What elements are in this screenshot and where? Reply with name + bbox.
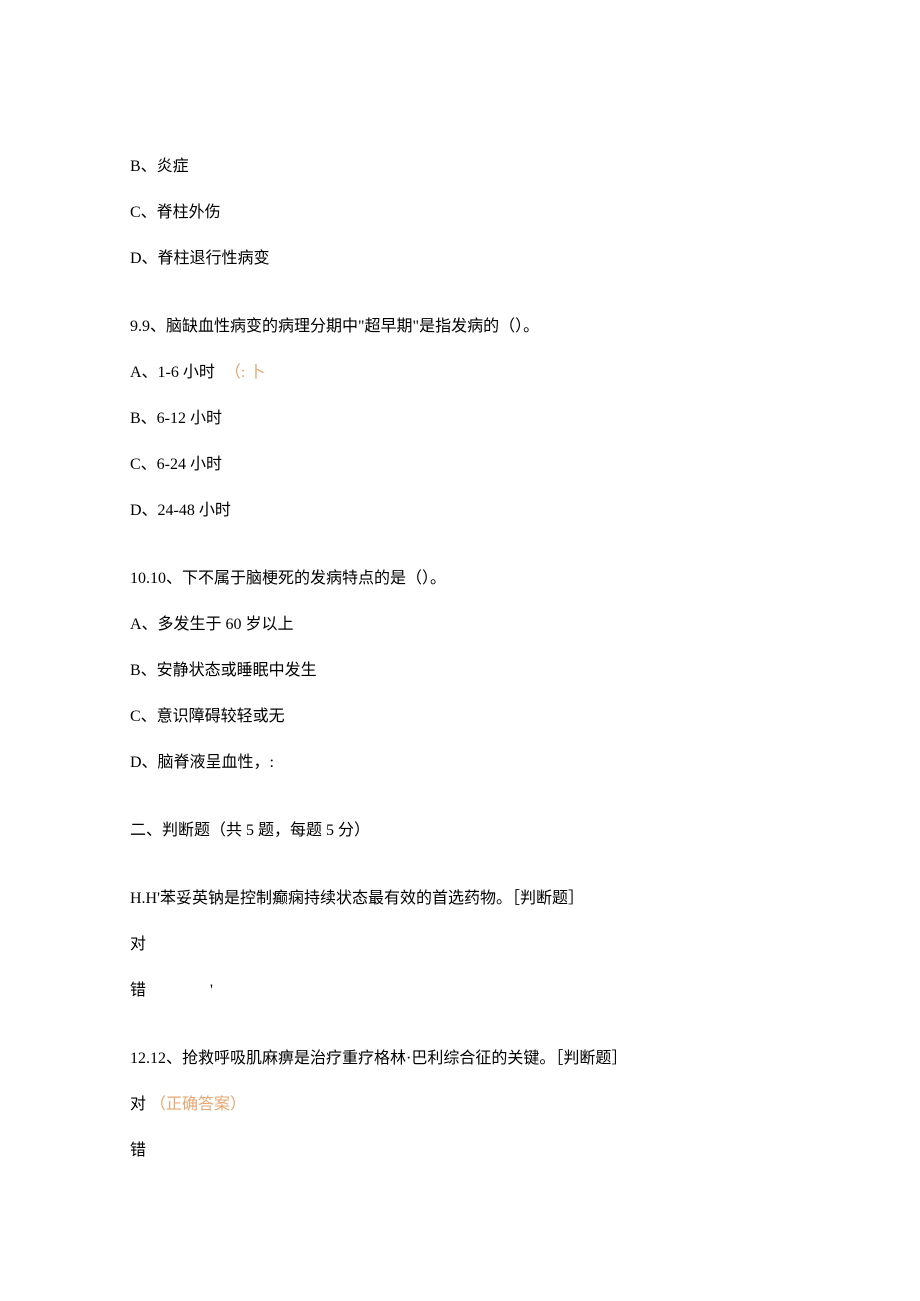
q9-option-b: B、6-12 小时 (130, 407, 790, 431)
q12-option-true-text: 对 (130, 1096, 146, 1113)
q9-option-a-text: A、1-6 小时 (130, 364, 215, 381)
section2-header: 二、判断题（共 5 题，每题 5 分） (130, 819, 790, 843)
q11-option-false-mark: ' (210, 982, 213, 999)
q12-option-true: 对 （正确答案） (130, 1093, 790, 1117)
q11-option-true: 对 (130, 933, 790, 957)
q8-option-d: D、脊柱退行性病变 (130, 247, 790, 271)
q10-option-a: A、多发生于 60 岁以上 (130, 613, 790, 637)
q9-option-a-mark: （: 卜 (225, 364, 265, 381)
q11-option-false: 错 ' (130, 979, 790, 1003)
q12-option-false: 错 (130, 1139, 790, 1163)
q10-option-d: D、脑脊液呈血性，: (130, 751, 790, 775)
q8-option-b: B、炎症 (130, 155, 790, 179)
q9-option-a: A、1-6 小时 （: 卜 (130, 361, 790, 385)
q9-option-d: D、24-48 小时 (130, 499, 790, 523)
q12-stem: 12.12、抢救呼吸肌麻痹是治疗重疗格林·巴利综合征的关键。［判断题］ (130, 1047, 790, 1071)
q9-option-c: C、6-24 小时 (130, 453, 790, 477)
q12-correct-answer-mark: （正确答案） (150, 1096, 246, 1113)
q11-stem: H.H'苯妥英钠是控制癫痫持续状态最有效的首选药物。［判断题］ (130, 887, 790, 911)
q8-option-c: C、脊柱外伤 (130, 201, 790, 225)
q9-stem: 9.9、脑缺血性病变的病理分期中"超早期"是指发病的（）。 (130, 315, 790, 339)
q11-option-false-text: 错 (130, 982, 146, 999)
q10-stem: 10.10、下不属于脑梗死的发病特点的是（）。 (130, 567, 790, 591)
q10-option-c: C、意识障碍较轻或无 (130, 705, 790, 729)
q10-option-b: B、安静状态或睡眠中发生 (130, 659, 790, 683)
